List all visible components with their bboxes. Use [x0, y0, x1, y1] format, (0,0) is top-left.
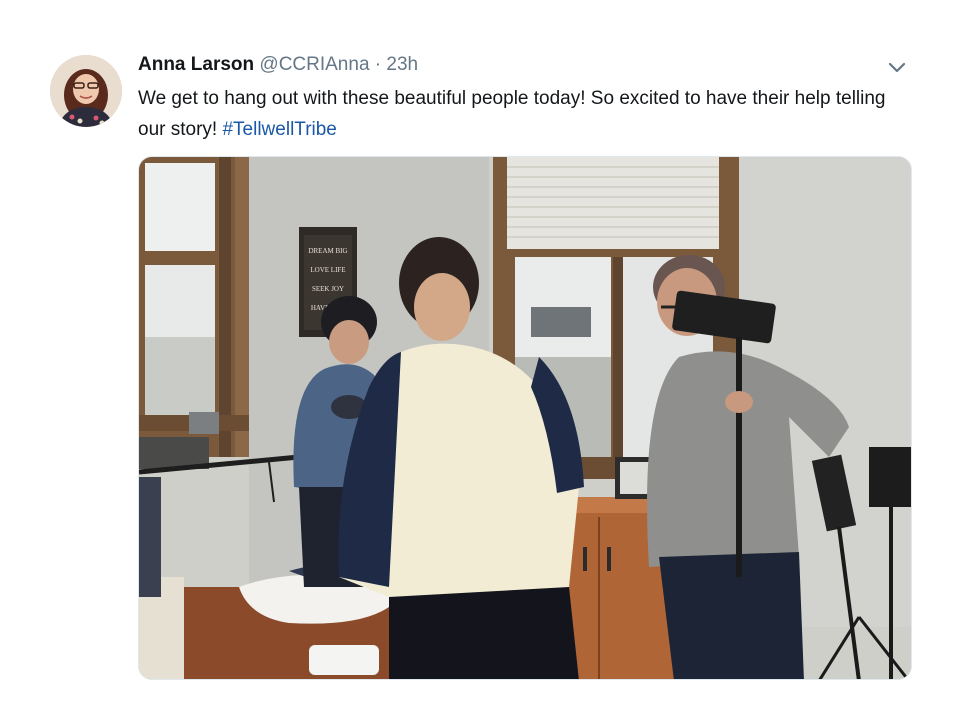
tweet-text: We get to hang out with these beautiful … [138, 83, 908, 145]
hashtag-link[interactable]: #TellwellTribe [222, 119, 336, 140]
photo-sign-text-3: SEEK JOY [312, 285, 344, 293]
avatar[interactable] [50, 55, 122, 127]
tweet[interactable]: Anna Larson @CCRIAnna · 23h We get to ha… [0, 0, 960, 720]
separator-dot: · [374, 54, 382, 75]
tweet-header: Anna Larson @CCRIAnna · 23h [138, 53, 418, 77]
photo-sign-text-1: DREAM BIG [308, 247, 347, 255]
tweet-photo[interactable]: DREAM BIG LOVE LIFE SEEK JOY HAVE FUN [138, 156, 912, 680]
author-handle[interactable]: @CCRIAnna [259, 54, 369, 75]
timestamp[interactable]: 23h [386, 54, 418, 75]
author-name[interactable]: Anna Larson [138, 54, 254, 75]
photo-sign-text-2: LOVE LIFE [310, 266, 345, 274]
chevron-down-icon[interactable] [886, 58, 908, 76]
